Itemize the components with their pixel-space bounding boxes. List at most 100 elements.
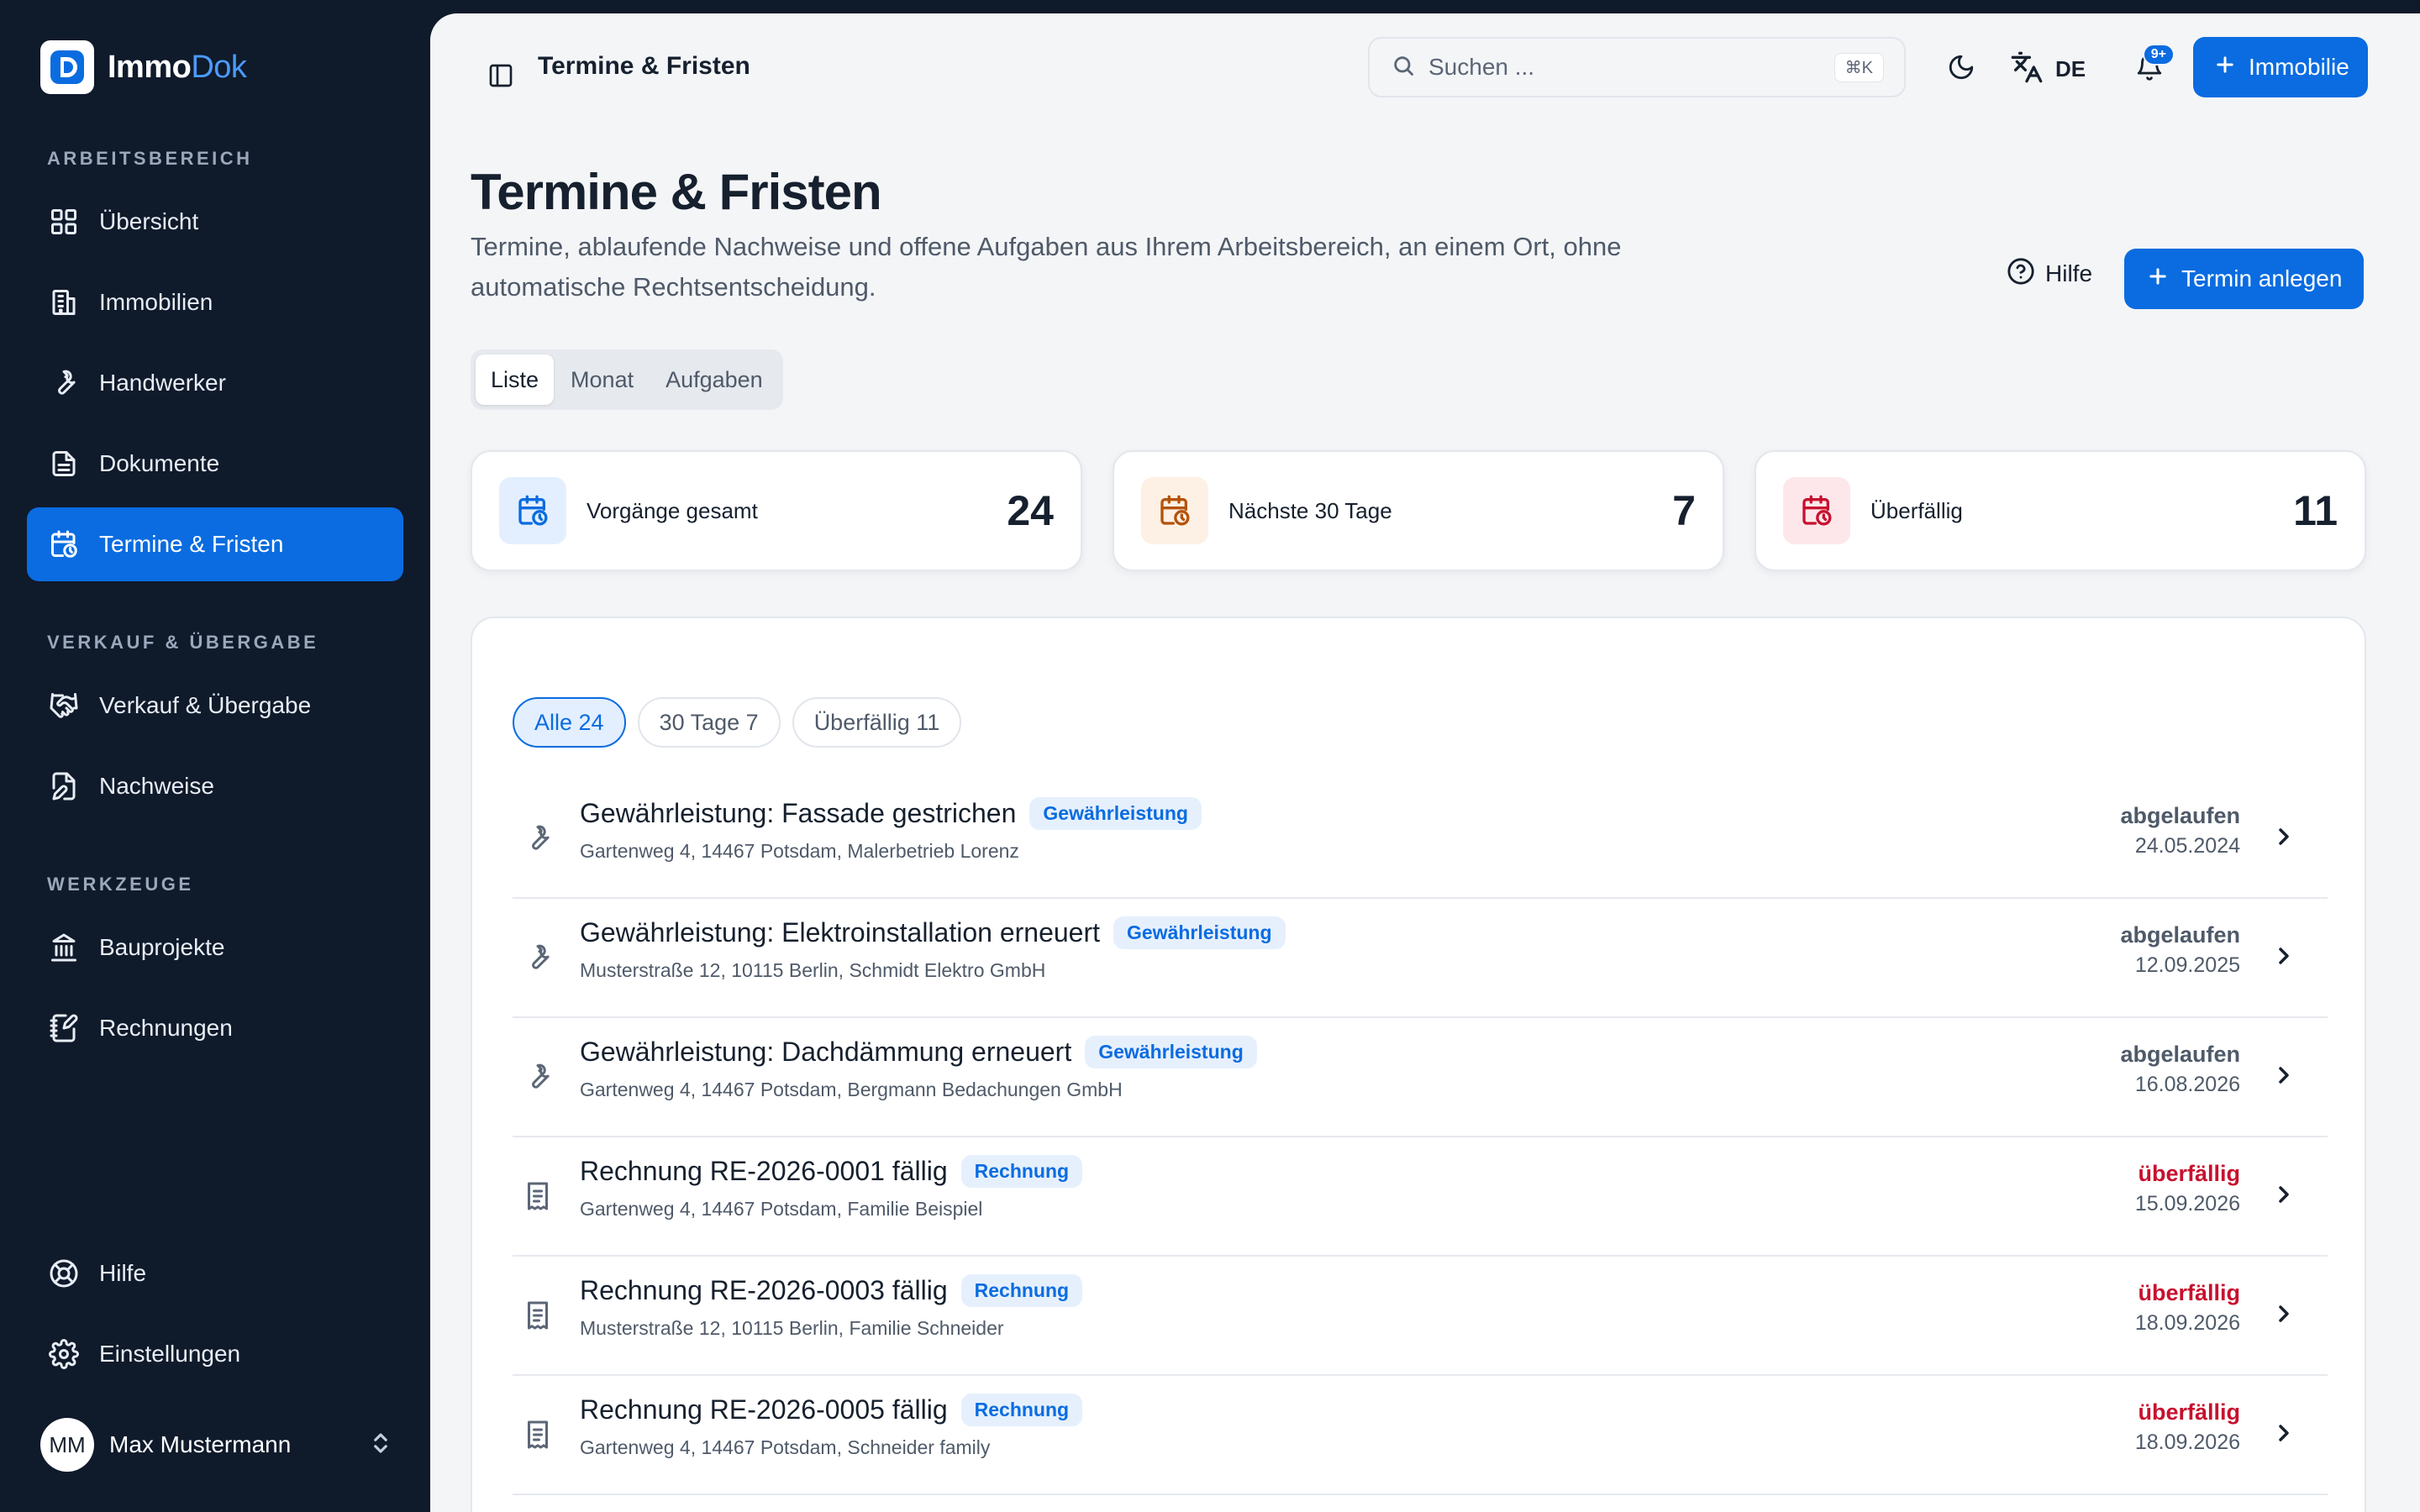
user-menu[interactable]: MM Max Mustermann (40, 1418, 393, 1472)
chevrons-up-down-icon (368, 1431, 393, 1460)
immodok-logo-icon (40, 40, 94, 94)
calendar-clock-icon (499, 477, 566, 544)
list-item[interactable]: Gewährleistung: Dachdämmung erneuert Gew… (513, 1018, 2328, 1137)
section-label-verkauf: VERKAUF & ÜBERGABE (47, 632, 319, 653)
brand-logo-link[interactable]: ImmoDok (40, 40, 247, 94)
stat-value: 11 (2293, 487, 2338, 534)
tab-liste[interactable]: Liste (476, 354, 555, 405)
status-badge: abgelaufen (2120, 922, 2240, 948)
sidebar-item-einstellungen[interactable]: Einstellungen (27, 1317, 403, 1391)
stat-label: Nächste 30 Tage (1228, 497, 1392, 523)
calendar-clock-icon (1141, 477, 1208, 544)
filter-chip-all[interactable]: Alle 24 (513, 697, 626, 748)
filter-chips: Alle 24 30 Tage 7 Überfällig 11 (513, 697, 962, 748)
list-item-main: Rechnung RE-2026-0003 fällig Rechnung Mu… (580, 1267, 1083, 1340)
list-item-status: abgelaufen 24.05.2024 (2120, 803, 2240, 858)
theme-toggle-button[interactable] (1936, 44, 1986, 94)
landmark-icon (47, 931, 81, 964)
notification-count-badge: 9+ (2142, 44, 2175, 66)
language-switcher[interactable]: DE (2010, 44, 2086, 94)
list-item-main: Rechnung RE-2026-0005 fällig Rechnung Ga… (580, 1386, 1083, 1459)
languages-icon (2010, 50, 2044, 88)
status-badge: überfällig (2138, 1161, 2240, 1186)
sidebar-item-label: Immobilien (99, 289, 213, 315)
language-label: DE (2055, 55, 2086, 81)
sidebar-item-termine-fristen[interactable]: Termine & Fristen (27, 507, 403, 581)
section-label-arbeitsbereich: ARBEITSBEREICH (47, 148, 253, 169)
chevron-right-icon (2270, 942, 2304, 976)
list-item[interactable]: Rechnung RE-2026-0003 fällig Rechnung Mu… (513, 1257, 2328, 1376)
plus-icon (2213, 53, 2237, 82)
chevron-right-icon (2270, 1181, 2304, 1215)
sidebar-toggle-button[interactable] (474, 50, 528, 104)
stat-card-overdue: Überfällig 11 (1754, 450, 2366, 571)
sidebar-item-uebersicht[interactable]: Übersicht (27, 185, 403, 259)
tab-monat[interactable]: Monat (555, 354, 649, 405)
sidebar-item-verkauf-uebergabe[interactable]: Verkauf & Übergabe (27, 669, 403, 743)
receipt-icon (523, 1300, 556, 1334)
sidebar-item-rechnungen[interactable]: Rechnungen (27, 991, 403, 1065)
category-badge: Gewährleistung (1029, 796, 1202, 830)
due-date: 16.08.2026 (2134, 1073, 2240, 1096)
filter-chip-30-days[interactable]: 30 Tage 7 (637, 697, 781, 748)
sidebar-item-nachweise[interactable]: Nachweise (27, 749, 403, 823)
receipt-icon (523, 1420, 556, 1453)
list-item-status: abgelaufen 12.09.2025 (2120, 922, 2240, 978)
list-item-status: überfällig 15.09.2026 (2135, 1161, 2240, 1216)
stat-card-next-30-days: Nächste 30 Tage 7 (1113, 450, 1724, 571)
topbar: Termine & Fristen Suchen ... ⌘K DE 9+ Im… (430, 13, 2420, 121)
sidebar-item-bauprojekte[interactable]: Bauprojekte (27, 911, 403, 984)
sidebar-item-label: Einstellungen (99, 1341, 241, 1367)
sidebar-item-label: Handwerker (99, 370, 226, 396)
chevron-right-icon (2270, 1062, 2304, 1095)
view-switcher: Liste Monat Aufgaben (471, 349, 783, 410)
due-date: 15.09.2026 (2134, 1192, 2240, 1215)
list-item-title: Rechnung RE-2026-0003 fällig (580, 1274, 948, 1305)
sidebar-item-dokumente[interactable]: Dokumente (27, 427, 403, 501)
notebook-pen-icon (47, 1011, 81, 1045)
status-badge: überfällig (2138, 1399, 2240, 1425)
list-item-title: Rechnung RE-2026-0005 fällig (580, 1394, 948, 1425)
sidebar-item-label: Termine & Fristen (99, 531, 284, 557)
tab-aufgaben[interactable]: Aufgaben (650, 354, 778, 405)
page-subtitle: Termine, ablaufende Nachweise und offene… (471, 232, 1622, 302)
sidebar-item-hilfe[interactable]: Hilfe (27, 1236, 403, 1310)
list-item[interactable]: Rechnung RE-2026-0005 fällig Rechnung Ga… (513, 1376, 2328, 1495)
category-badge: Gewährleistung (1113, 916, 1286, 949)
termin-anlegen-label: Termin anlegen (2181, 265, 2343, 291)
sidebar-item-label: Verkauf & Übergabe (99, 692, 312, 718)
list-item-main: Gewährleistung: Dachdämmung erneuert Gew… (580, 1028, 1257, 1101)
stat-label: Vorgänge gesamt (587, 497, 758, 523)
stat-value: 7 (1672, 487, 1696, 534)
sidebar-item-immobilien[interactable]: Immobilien (27, 265, 403, 339)
wrench-icon (47, 366, 81, 400)
add-immobilie-button[interactable]: Immobilie (2193, 37, 2368, 97)
list-item-status: abgelaufen 16.08.2026 (2120, 1042, 2240, 1097)
list-item-status: überfällig 18.09.2026 (2135, 1280, 2240, 1336)
list-item[interactable]: Gewährleistung: Elektroinstallation erne… (513, 899, 2328, 1018)
document-icon (47, 447, 81, 480)
sidebar-item-label: Übersicht (99, 208, 199, 234)
termin-anlegen-button[interactable]: Termin anlegen (2124, 249, 2365, 309)
list-item-status: überfällig 18.09.2026 (2135, 1399, 2240, 1455)
category-badge: Rechnung (960, 1273, 1083, 1307)
building-icon (47, 286, 81, 319)
sidebar-item-handwerker[interactable]: Handwerker (27, 346, 403, 420)
list-item-title: Gewährleistung: Fassade gestrichen (580, 797, 1017, 828)
help-button[interactable]: Hilfe (2007, 247, 2092, 301)
page-title: Termine & Fristen (471, 164, 882, 220)
sidebar: ImmoDok ARBEITSBEREICH Übersicht Immobil… (0, 0, 430, 1512)
list-item[interactable]: Gewährleistung: Fassade gestrichen Gewäh… (513, 780, 2328, 899)
wrench-icon (523, 823, 556, 857)
notifications-button[interactable]: 9+ (2124, 44, 2175, 94)
list-item-subtitle: Gartenweg 4, 14467 Potsdam, Familie Beis… (580, 1198, 983, 1220)
search-placeholder: Suchen ... (1428, 54, 1535, 80)
list-item-subtitle: Gartenweg 4, 14467 Potsdam, Bergmann Bed… (580, 1079, 1123, 1100)
search-input[interactable]: Suchen ... ⌘K (1368, 37, 1906, 97)
list-item[interactable]: Rechnung RE-2026-0001 fällig Rechnung Ga… (513, 1137, 2328, 1257)
plus-icon (2146, 265, 2170, 294)
search-icon (1392, 54, 1415, 81)
receipt-icon (523, 1181, 556, 1215)
sidebar-item-label: Bauprojekte (99, 934, 225, 960)
filter-chip-overdue[interactable]: Überfällig 11 (792, 697, 962, 748)
